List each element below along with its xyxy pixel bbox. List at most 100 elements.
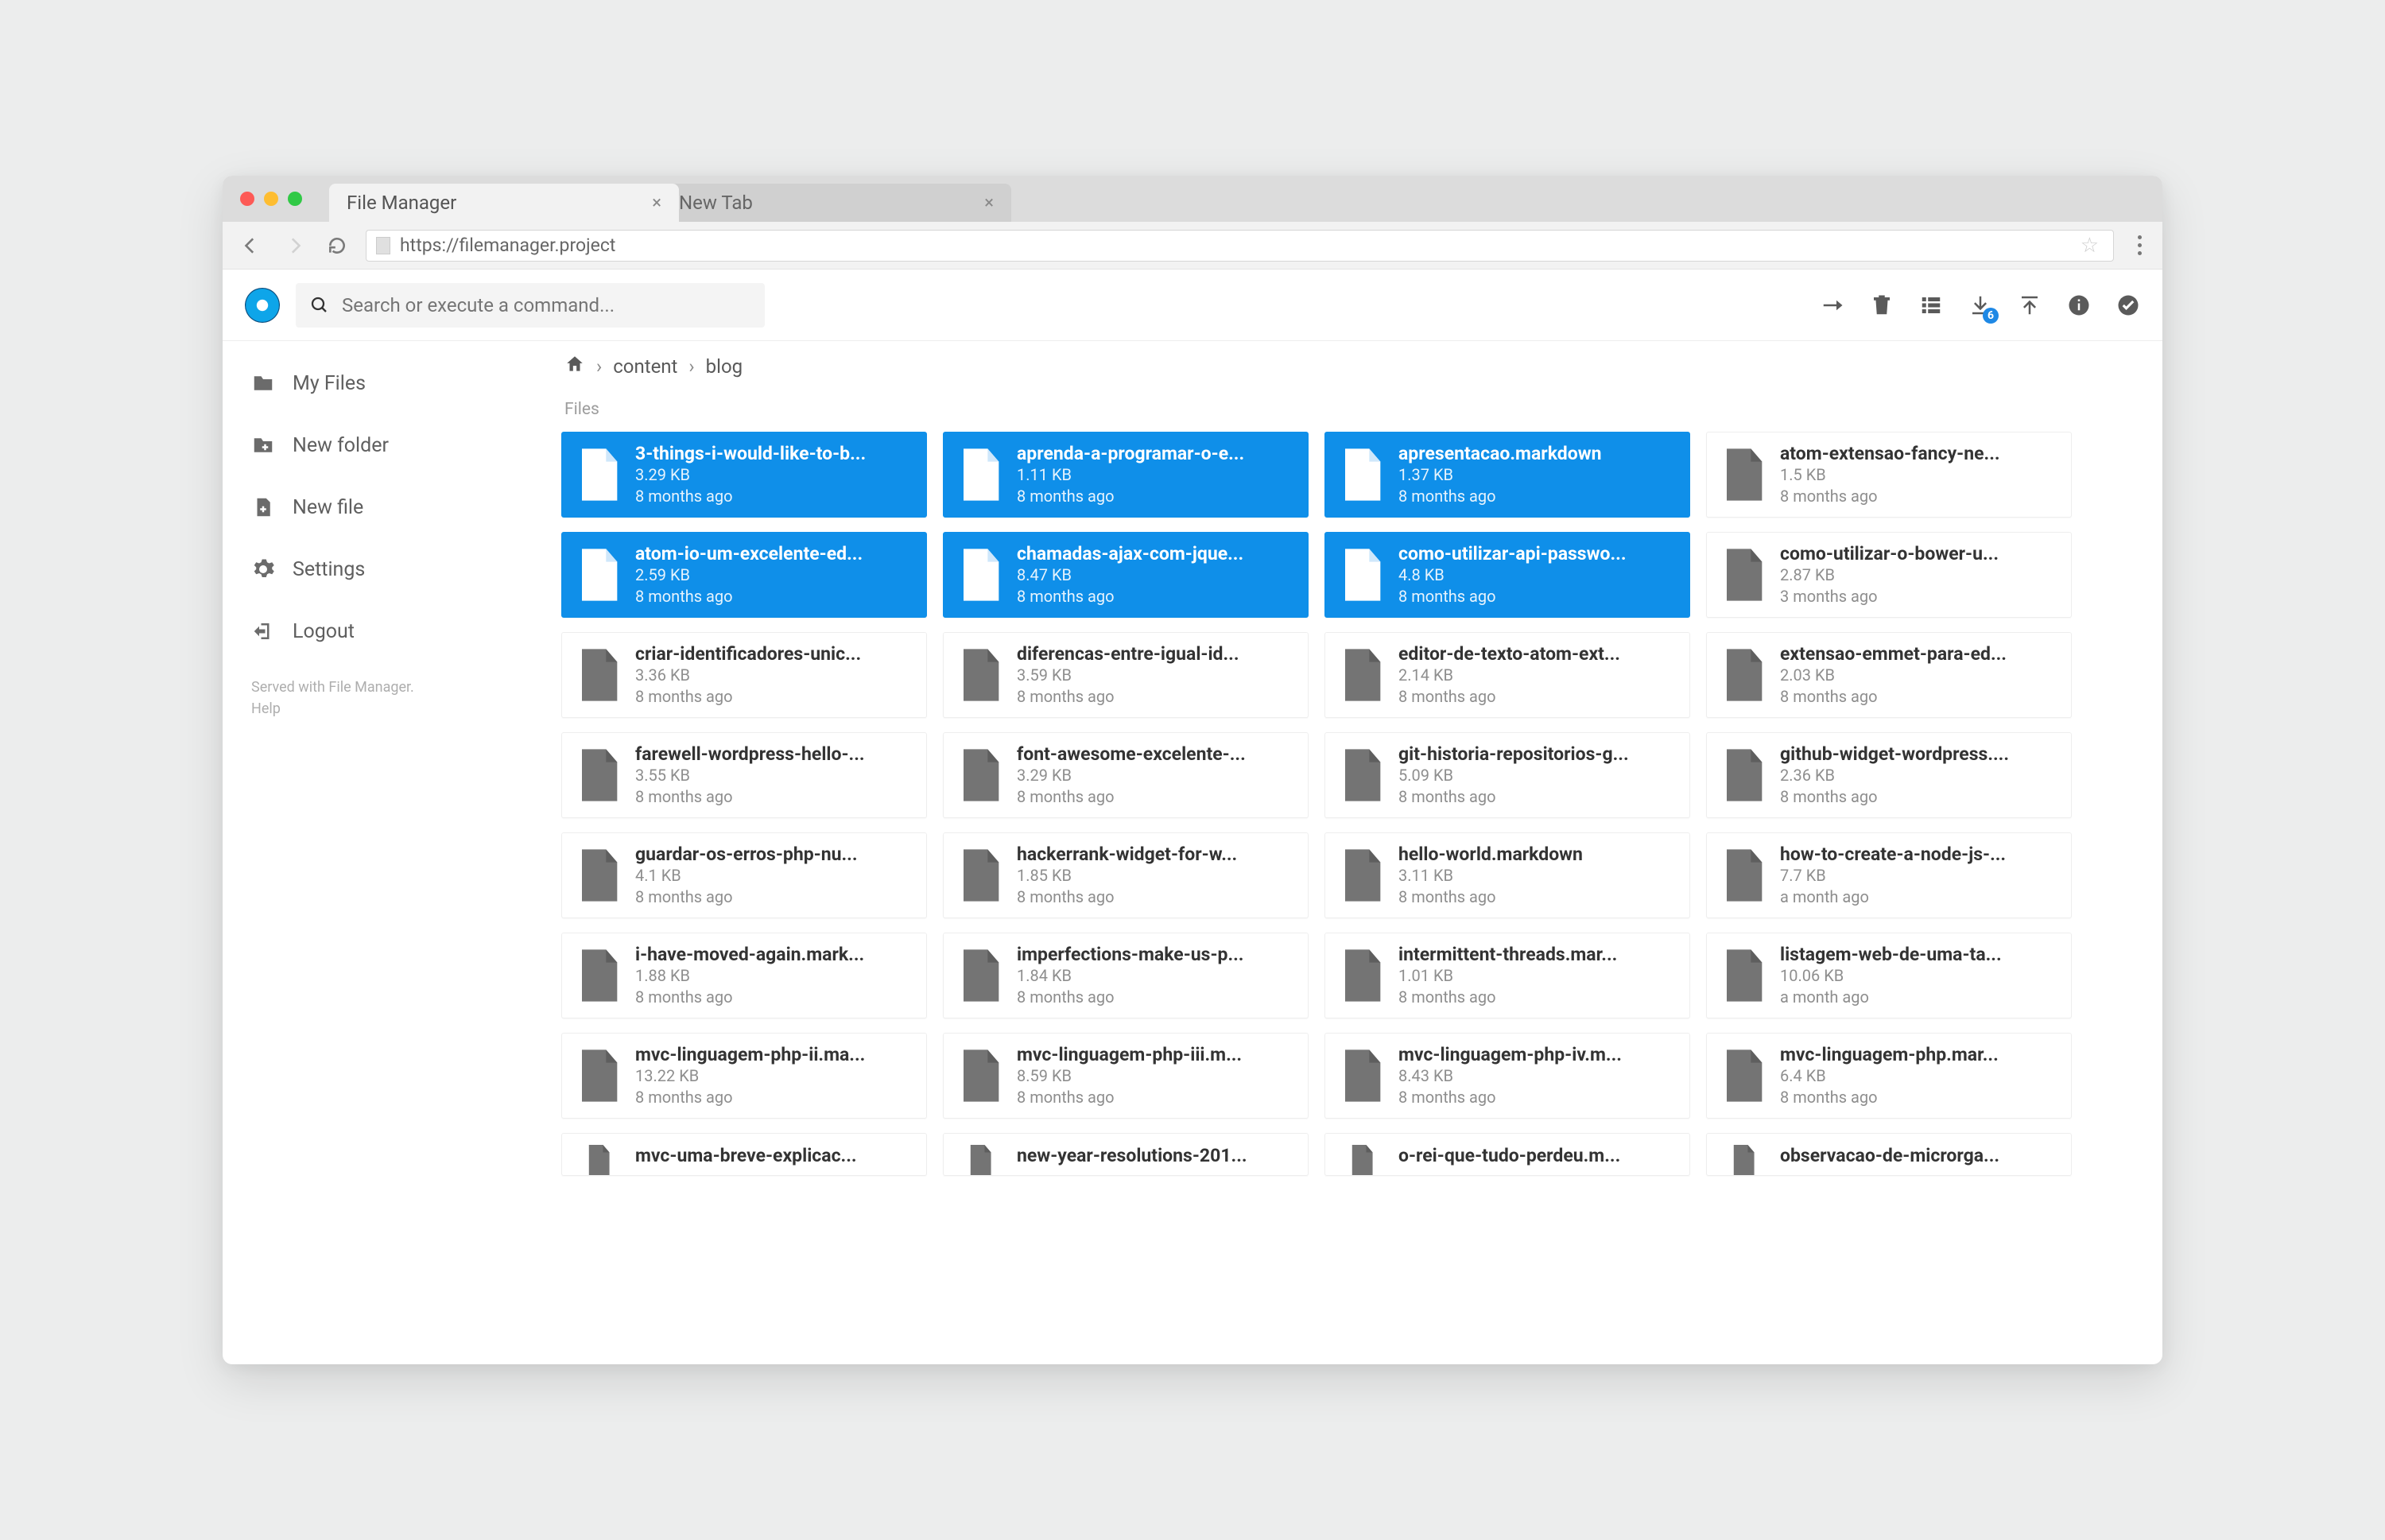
file-card[interactable]: atom-io-um-excelente-ed... 2.59 KB 8 mon… [561, 532, 927, 618]
file-size: 3.36 KB [635, 665, 912, 686]
minimize-window-button[interactable] [264, 192, 278, 206]
close-window-button[interactable] [240, 192, 254, 206]
file-size: 5.09 KB [1398, 765, 1675, 786]
file-icon [958, 649, 1002, 701]
file-card[interactable]: observacao-de-microrga... [1706, 1133, 2072, 1176]
breadcrumb-segment[interactable]: blog [706, 355, 743, 378]
close-tab-icon[interactable]: × [652, 193, 661, 213]
settings-icon [251, 557, 275, 581]
app-logo[interactable] [245, 288, 280, 323]
sidebar-item-new-folder[interactable]: New folder [223, 414, 556, 476]
back-button[interactable] [237, 231, 266, 260]
file-time: a month ago [1780, 886, 2057, 908]
file-time: 8 months ago [1780, 486, 2057, 507]
maximize-window-button[interactable] [288, 192, 302, 206]
file-name: mvc-linguagem-php-iv.m... [1398, 1044, 1675, 1065]
file-name: 3-things-i-would-like-to-b... [635, 443, 912, 464]
browser-tab[interactable]: New Tab× [661, 184, 1011, 222]
search-icon [310, 296, 329, 315]
view-toggle-button[interactable] [1919, 293, 1943, 317]
sidebar-item-new-file[interactable]: New file [223, 476, 556, 538]
move-button[interactable] [1821, 293, 1844, 317]
file-card[interactable]: o-rei-que-tudo-perdeu.m... [1324, 1133, 1690, 1176]
info-button[interactable] [2067, 293, 2091, 317]
file-card[interactable]: mvc-linguagem-php.mar... 6.4 KB 8 months… [1706, 1033, 2072, 1119]
file-time: 8 months ago [1780, 1087, 2057, 1108]
file-card[interactable]: hello-world.markdown 3.11 KB 8 months ag… [1324, 832, 1690, 918]
file-card[interactable]: hackerrank-widget-for-w... 1.85 KB 8 mon… [943, 832, 1309, 918]
file-size: 13.22 KB [635, 1065, 912, 1087]
file-card[interactable]: i-have-moved-again.mark... 1.88 KB 8 mon… [561, 933, 927, 1018]
file-icon [958, 849, 1002, 902]
file-card[interactable]: diferencas-entre-igual-id... 3.59 KB 8 m… [943, 632, 1309, 718]
url-text: https://filemanager.project [400, 235, 615, 256]
file-card[interactable]: apresentacao.markdown 1.37 KB 8 months a… [1324, 432, 1690, 518]
download-button[interactable]: 6 [1968, 293, 1992, 317]
file-card[interactable]: mvc-linguagem-php-iii.m... 8.59 KB 8 mon… [943, 1033, 1309, 1119]
delete-button[interactable] [1870, 293, 1894, 317]
file-card[interactable]: guardar-os-erros-php-nu... 4.1 KB 8 mont… [561, 832, 927, 918]
file-card[interactable]: github-widget-wordpress.... 2.36 KB 8 mo… [1706, 732, 2072, 818]
file-card[interactable]: mvc-uma-breve-explicac... [561, 1133, 927, 1176]
file-icon [958, 549, 1002, 601]
browser-addressbar: https://filemanager.project ☆ [223, 222, 2162, 270]
file-size: 3.11 KB [1398, 865, 1675, 886]
search-placeholder: Search or execute a command... [342, 294, 615, 316]
tab-label: File Manager [347, 192, 456, 214]
file-card[interactable]: como-utilizar-o-bower-u... 2.87 KB 3 mon… [1706, 532, 2072, 618]
footer-help-link[interactable]: Help [251, 698, 528, 720]
file-card[interactable]: chamadas-ajax-com-jque... 8.47 KB 8 mont… [943, 532, 1309, 618]
file-card[interactable]: listagem-web-de-uma-ta... 10.06 KB a mon… [1706, 933, 2072, 1018]
download-badge: 6 [1983, 308, 1999, 324]
sidebar-item-my-files[interactable]: My Files [223, 352, 556, 414]
file-card[interactable]: font-awesome-excelente-... 3.29 KB 8 mon… [943, 732, 1309, 818]
file-icon [1340, 649, 1384, 701]
browser-window: File Manager ×New Tab× https://filemanage… [223, 176, 2162, 1364]
browser-menu-button[interactable] [2138, 235, 2142, 255]
file-card[interactable]: criar-identificadores-unic... 3.36 KB 8 … [561, 632, 927, 718]
file-icon [958, 749, 1002, 801]
file-name: atom-io-um-excelente-ed... [635, 543, 912, 564]
file-card[interactable]: farewell-wordpress-hello-... 3.55 KB 8 m… [561, 732, 927, 818]
file-card[interactable]: new-year-resolutions-201... [943, 1133, 1309, 1176]
file-card[interactable]: extensao-emmet-para-ed... 2.03 KB 8 mont… [1706, 632, 2072, 718]
select-all-button[interactable] [2116, 293, 2140, 317]
url-input[interactable]: https://filemanager.project ☆ [366, 230, 2114, 262]
sidebar-item-settings[interactable]: Settings [223, 538, 556, 600]
file-size: 3.59 KB [1017, 665, 1293, 686]
file-name: imperfections-make-us-p... [1017, 944, 1293, 965]
upload-button[interactable] [2018, 293, 2042, 317]
file-icon [1721, 749, 1766, 801]
browser-tab[interactable]: File Manager × [329, 184, 679, 222]
file-size: 7.7 KB [1780, 865, 2057, 886]
file-card[interactable]: editor-de-texto-atom-ext... 2.14 KB 8 mo… [1324, 632, 1690, 718]
file-size: 2.87 KB [1780, 564, 2057, 586]
file-card[interactable]: intermittent-threads.mar... 1.01 KB 8 mo… [1324, 933, 1690, 1018]
breadcrumb-segment[interactable]: content [613, 355, 677, 378]
file-name: guardar-os-erros-php-nu... [635, 844, 912, 865]
file-time: 8 months ago [635, 586, 912, 607]
file-card[interactable]: mvc-linguagem-php-ii.ma... 13.22 KB 8 mo… [561, 1033, 927, 1119]
sidebar-item-label: My Files [293, 372, 366, 395]
close-tab-icon[interactable]: × [984, 193, 994, 213]
search-input[interactable]: Search or execute a command... [296, 283, 765, 328]
reload-button[interactable] [323, 231, 351, 260]
file-card[interactable]: atom-extensao-fancy-ne... 1.5 KB 8 month… [1706, 432, 2072, 518]
file-size: 10.06 KB [1780, 965, 2057, 987]
file-card[interactable]: aprenda-a-programar-o-e... 1.11 KB 8 mon… [943, 432, 1309, 518]
file-card[interactable]: como-utilizar-api-passwo... 4.8 KB 8 mon… [1324, 532, 1690, 618]
file-card[interactable]: git-historia-repositorios-g... 5.09 KB 8… [1324, 732, 1690, 818]
forward-button[interactable] [280, 231, 308, 260]
file-card[interactable]: 3-things-i-would-like-to-b... 3.29 KB 8 … [561, 432, 927, 518]
file-card[interactable]: how-to-create-a-node-js-... 7.7 KB a mon… [1706, 832, 2072, 918]
file-time: a month ago [1780, 987, 2057, 1008]
file-size: 2.59 KB [635, 564, 912, 586]
file-name: listagem-web-de-uma-ta... [1780, 944, 2057, 965]
file-card[interactable]: mvc-linguagem-php-iv.m... 8.43 KB 8 mont… [1324, 1033, 1690, 1119]
sidebar-item-logout[interactable]: Logout [223, 600, 556, 662]
file-size: 3.29 KB [1017, 765, 1293, 786]
file-time: 8 months ago [1398, 686, 1675, 708]
home-icon[interactable] [564, 354, 585, 379]
bookmark-icon[interactable]: ☆ [2081, 234, 2099, 258]
file-card[interactable]: imperfections-make-us-p... 1.84 KB 8 mon… [943, 933, 1309, 1018]
